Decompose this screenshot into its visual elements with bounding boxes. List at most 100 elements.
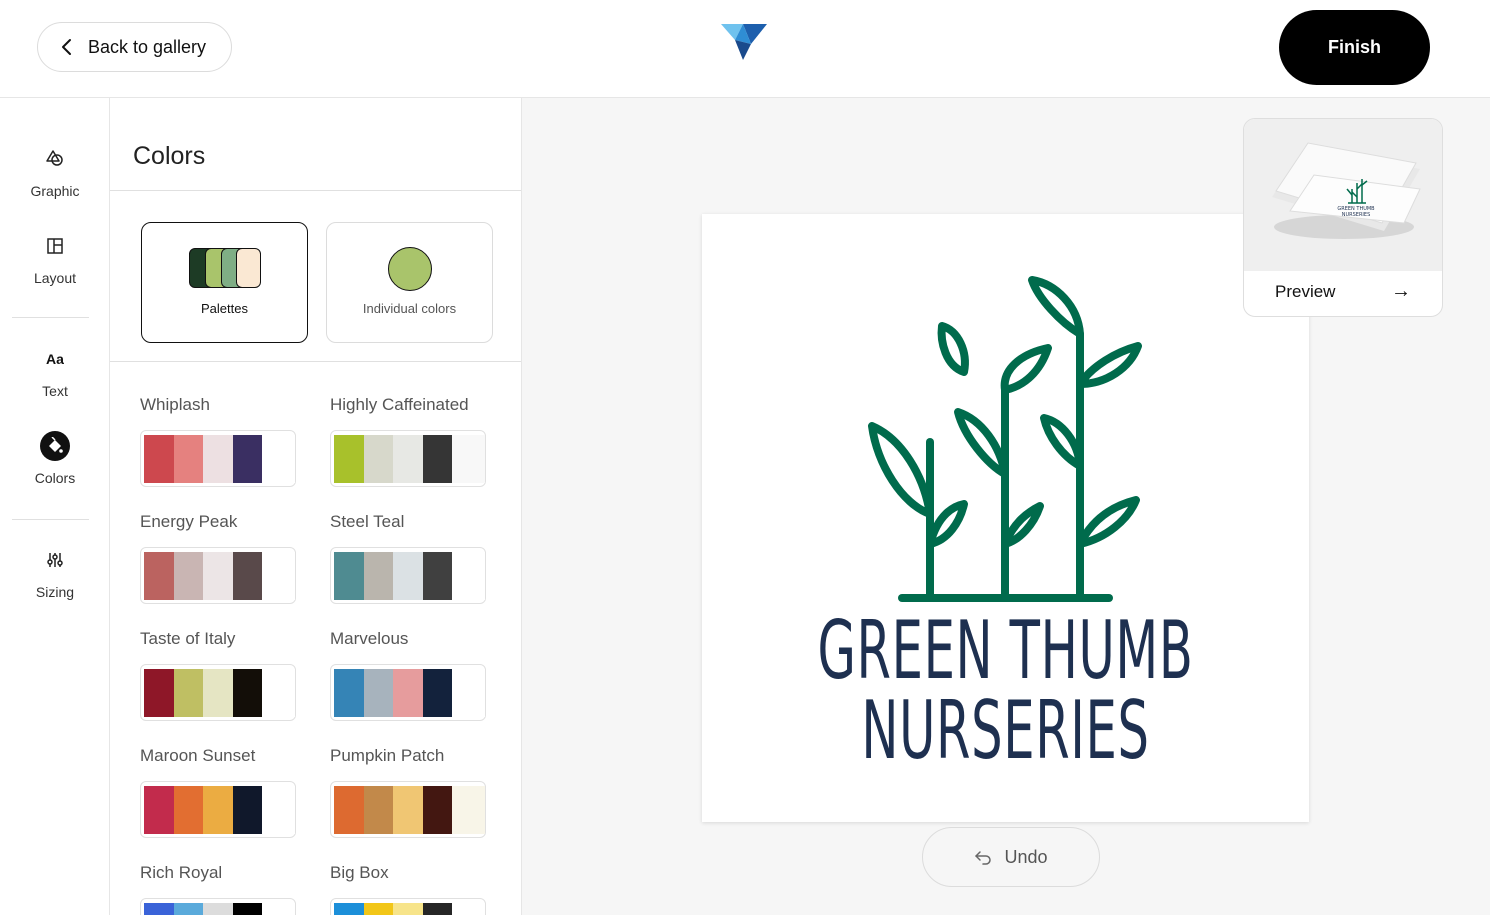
color-swatch [262,903,295,915]
palette-option[interactable]: Steel Teal [330,512,500,604]
plant-graphic [868,276,1142,602]
palette-swatches [140,430,296,487]
color-swatch [203,669,233,717]
color-circle-icon [388,247,432,291]
rail-label-graphic: Graphic [30,183,80,199]
chevron-left-icon [62,39,71,55]
back-to-gallery-label: Back to gallery [88,36,207,57]
color-swatch [452,669,485,717]
rail-label-sizing: Sizing [35,584,75,600]
palette-swatches [140,547,296,604]
color-swatch [144,435,174,483]
palette-option[interactable]: Maroon Sunset [140,746,310,838]
undo-button[interactable]: Undo [922,827,1100,887]
color-swatch [393,786,423,834]
palette-swatches [330,898,486,915]
color-swatch [203,552,233,600]
top-header: Back to gallery Finish [0,0,1490,98]
paint-bucket-icon [40,431,70,461]
preview-label: Preview [1275,282,1336,301]
color-swatch [363,903,394,915]
logo-artboard[interactable]: GREEN THUMB NURSERIES [702,214,1309,822]
rail-item-sizing[interactable]: Sizing [0,545,110,600]
undo-label: Undo [1004,846,1048,867]
palettes-icon [189,248,261,288]
rail-label-text: Text [42,383,68,399]
color-swatch [422,903,453,915]
palette-name: Highly Caffeinated [330,395,469,414]
panel-title: Colors [133,142,206,170]
rail-item-text[interactable]: Aa Text [0,344,110,399]
color-swatch [422,669,453,717]
palette-option[interactable]: Whiplash [140,395,310,487]
color-swatch [393,552,423,600]
preview-card[interactable]: GREEN THUMB NURSERIES Preview → [1243,118,1443,317]
color-swatch [144,669,174,717]
color-swatch [422,435,453,483]
colors-panel: Colors Palettes Individual colors Whipla… [110,98,522,915]
color-swatch [262,435,295,483]
sliders-icon [40,545,70,575]
color-swatch [173,786,204,834]
color-swatch [422,786,453,834]
color-swatch [232,435,263,483]
color-swatch [363,669,394,717]
rail-divider [12,519,89,520]
palette-option[interactable]: Big Box [330,863,500,915]
color-swatch [203,435,233,483]
color-swatch [363,786,394,834]
color-swatch [262,552,295,600]
palette-name: Taste of Italy [140,629,236,648]
rail-item-graphic[interactable]: Graphic [0,144,110,199]
palette-name: Whiplash [140,395,210,414]
palette-swatches [140,664,296,721]
palette-name: Steel Teal [330,512,405,531]
palette-name: Pumpkin Patch [330,746,445,765]
color-swatch [262,669,295,717]
palette-option[interactable]: Taste of Italy [140,629,310,721]
palette-option[interactable]: Pumpkin Patch [330,746,500,838]
layout-icon [40,231,70,261]
palette-option[interactable]: Highly Caffeinated [330,395,500,487]
palettes-mode-label: Palettes [201,301,248,316]
tool-rail: Graphic Layout Aa Text Colors Sizing [0,98,110,915]
color-swatch [334,552,364,600]
color-swatch [144,786,174,834]
brand-name-line2: NURSERIES [861,684,1150,777]
color-swatch [232,903,263,915]
palette-option[interactable]: Energy Peak [140,512,310,604]
rail-label-colors: Colors [34,470,76,486]
color-swatch [452,435,485,483]
color-swatch [393,435,423,483]
rail-item-colors[interactable]: Colors [0,431,110,486]
palettes-mode-button[interactable]: Palettes [141,222,308,343]
color-swatch [232,669,263,717]
palette-option[interactable]: Rich Royal [140,863,310,915]
panel-divider [110,361,521,362]
color-swatch [393,903,423,915]
palette-name: Energy Peak [140,512,238,531]
palette-swatches [330,781,486,838]
color-swatch [334,903,364,915]
color-swatch [363,552,394,600]
back-to-gallery-button[interactable]: Back to gallery [37,22,232,72]
arrow-right-icon: → [1391,280,1411,302]
individual-colors-mode-button[interactable]: Individual colors [326,222,493,343]
finish-button[interactable]: Finish [1279,10,1430,85]
undo-icon [975,851,992,865]
color-swatch [173,903,204,915]
palette-option[interactable]: Marvelous [330,629,500,721]
color-swatch [203,903,233,915]
color-swatch [262,786,295,834]
color-swatch [144,552,174,600]
color-swatch [232,786,263,834]
design-canvas: GREEN THUMB NURSERIES GREEN THUMB NURSER… [522,98,1490,915]
rail-item-layout[interactable]: Layout [0,231,110,286]
palette-name: Big Box [330,863,389,882]
color-swatch [232,552,263,600]
color-swatch [173,435,204,483]
color-swatch [334,786,364,834]
color-swatch [144,903,174,915]
palette-swatches [140,781,296,838]
color-swatch [173,552,204,600]
